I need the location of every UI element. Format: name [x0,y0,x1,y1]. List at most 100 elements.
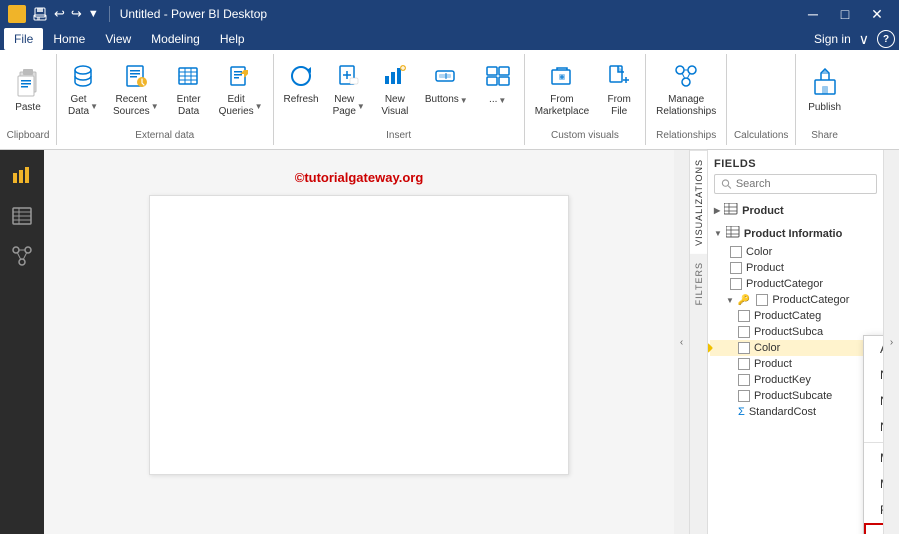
publish-button[interactable]: Publish [800,56,849,126]
panel-collapse-right[interactable]: › [883,150,899,534]
edit-queries-button[interactable]: EditQueries ▼ [213,56,269,122]
menu-new-quick-measure[interactable]: New quick measure [864,414,883,440]
sidebar-report-icon[interactable] [4,158,40,194]
product-category-group-icon: 🔑 [738,295,750,306]
field-productkey-checkbox[interactable] [738,374,750,386]
field-productsubca-checkbox[interactable] [738,326,750,338]
buttons-button[interactable]: Buttons ▼ [419,56,474,110]
menu-file[interactable]: File [4,28,43,50]
fields-panel: FIELDS ▶ [708,150,883,534]
ribbon-group-share: Publish Share [796,54,853,145]
refresh-button[interactable]: Refresh [278,56,325,110]
menu-delete[interactable]: Delete [864,523,883,534]
product-category-group-label: ProductCategor [772,294,849,306]
field-product-category[interactable]: ProductCategor [710,276,881,292]
field-color-label: Color [746,246,772,258]
new-visual-button[interactable]: NewVisual [373,56,417,122]
menu-help[interactable]: Help [210,28,255,50]
field-standardcost[interactable]: Σ StandardCost [710,404,881,420]
field-color[interactable]: Color [710,244,881,260]
from-file-button[interactable]: FromFile [597,56,641,122]
menu-new-measure[interactable]: New measure [864,362,883,388]
help-button[interactable]: ? [877,30,895,48]
field-color2[interactable]: ➜ Color [710,340,881,356]
enter-data-button[interactable]: EnterData [167,56,211,122]
from-marketplace-label: FromMarketplace [535,94,589,118]
field-product2-checkbox[interactable] [738,358,750,370]
external-data-label: External data [61,128,269,143]
panel-collapse-left[interactable]: ‹ [674,150,690,534]
menu-sep1 [864,442,883,443]
manage-relationships-button[interactable]: ManageRelationships [650,56,722,122]
product-group-header[interactable]: ▶ Product [710,200,881,221]
enter-data-label: EnterData [177,94,201,118]
product-info-group-header[interactable]: ▼ Product Informatio [710,223,881,244]
quick-access-save[interactable] [32,6,48,22]
sidebar-model-icon[interactable] [4,238,40,274]
field-product-category-checkbox[interactable] [730,278,742,290]
field-product-category-group-header[interactable]: ▼ 🔑 ProductCategor [710,292,881,308]
search-input[interactable] [736,178,870,190]
ribbon-group-clipboard: Paste Clipboard [0,54,57,145]
search-box[interactable] [714,174,877,194]
menu-move-down[interactable]: Move down [864,471,883,497]
field-productcateg-checkbox[interactable] [738,310,750,322]
publish-label: Publish [808,102,841,114]
field-product-label: Product [746,262,784,274]
field-product[interactable]: Product [710,260,881,276]
field-productsubcate-checkbox[interactable] [738,390,750,402]
ribbon-group-insert: Refresh NewPage ▼ [274,54,525,145]
menu-move-up[interactable]: Move up [864,445,883,471]
field-standardcost-label: StandardCost [749,406,816,418]
tab-visualizations[interactable]: VISUALIZATIONS [690,150,707,254]
minimize-btn[interactable]: ─ [799,0,827,28]
redo-btn[interactable]: ↪ [71,6,82,22]
new-page-button[interactable]: NewPage ▼ [327,56,371,122]
field-product-checkbox[interactable] [730,262,742,274]
product-table-icon [724,203,738,218]
menu-modeling[interactable]: Modeling [141,28,210,50]
tab-filters[interactable]: FILTERS [690,254,707,313]
from-marketplace-button[interactable]: FromMarketplace [529,56,595,122]
field-productcateg[interactable]: ProductCateg [710,308,881,324]
get-data-button[interactable]: GetData ▼ [61,56,105,122]
ribbon-group-custom-visuals: FromMarketplace FromFile [525,54,646,145]
more-visuals-label: ... [489,94,497,106]
field-productsubca[interactable]: ProductSubca [710,324,881,340]
field-color-checkbox[interactable] [730,246,742,258]
menu-view[interactable]: View [95,28,141,50]
menu-new-column[interactable]: New column [864,388,883,414]
canvas-area: ©tutorialgateway.org [44,150,674,534]
menu-add-filter[interactable]: Add filter [864,336,883,362]
paste-label: Paste [15,102,41,114]
title-bar: ↩ ↪ ▼ Untitled - Power BI Desktop ─ □ ✕ [0,0,899,28]
get-data-label: GetData [68,94,89,118]
close-btn[interactable]: ✕ [863,0,891,28]
canvas-page[interactable] [149,195,569,475]
customize-btn[interactable]: ▼ [88,8,99,20]
more-visuals-button[interactable]: ... ▼ [476,56,520,110]
app-icon [8,5,26,23]
refresh-label: Refresh [284,94,319,106]
sigma-icon: Σ [738,406,745,418]
product-category-group-checkbox[interactable] [756,294,768,306]
ribbon-group-external-data: GetData ▼ [57,54,274,145]
field-product2[interactable]: Product [710,356,881,372]
menu-home[interactable]: Home [43,28,95,50]
sign-in-link[interactable]: Sign in [814,32,851,46]
recent-sources-button[interactable]: RecentSources ▼ [107,56,165,122]
field-productkey[interactable]: ProductKey [710,372,881,388]
field-productsubcate[interactable]: ProductSubcate [710,388,881,404]
fields-list: ▶ Product [708,200,883,534]
maximize-btn[interactable]: □ [831,0,859,28]
main-area: ©tutorialgateway.org ‹ VISUALIZATIONS FI… [0,150,899,534]
menu-rename[interactable]: Rename [864,497,883,523]
sidebar-data-icon[interactable] [4,198,40,234]
edit-queries-label: EditQueries [219,94,254,118]
field-color2-checkbox[interactable] [738,342,750,354]
new-page-label: NewPage [333,94,356,118]
paste-button[interactable]: Paste [4,56,52,126]
undo-btn[interactable]: ↩ [54,6,65,22]
window-title: Untitled - Power BI Desktop [120,7,267,21]
product-info-expand-arrow: ▼ [714,229,722,238]
